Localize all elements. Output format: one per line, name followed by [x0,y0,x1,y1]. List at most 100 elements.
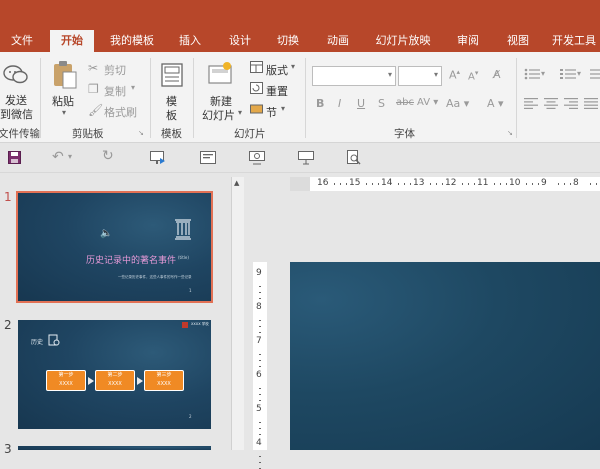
tab-transitions[interactable]: 切换 [270,30,306,52]
tab-slideshow[interactable]: 幻灯片放映 [370,30,436,52]
ruler-tick [259,298,261,299]
font-grow-button[interactable]: A▴ [449,68,460,82]
bullets-dropdown-icon[interactable]: ▾ [541,69,545,78]
align-left-icon[interactable] [524,98,538,112]
font-shrink-button[interactable]: A▾ [468,69,478,82]
wechat-icon[interactable] [3,64,29,89]
save-icon[interactable] [8,151,21,167]
undo-dropdown-icon[interactable]: ▾ [68,152,72,161]
font-name-combo[interactable]: ▾ [312,66,396,86]
tab-design[interactable]: 设计 [222,30,258,52]
undo-icon[interactable]: ↶ [52,149,64,165]
bullets-icon[interactable] [524,68,540,83]
shadow-button[interactable]: S [378,97,385,110]
align-center-icon[interactable] [544,98,558,112]
chevron-down-icon[interactable]: ▾ [434,70,438,79]
slideshow-from-start-icon[interactable] [150,151,166,168]
ruler-tick [410,183,411,185]
ruler-tick [538,183,539,185]
ribbon-tab-bar: 文件 开始 我的模板 插入 设计 切换 动画 幻灯片放映 审阅 视图 开发工具 [0,0,600,52]
vertical-ruler[interactable]: 9 8 7 6 5 4 [253,262,267,469]
tab-developer[interactable]: 开发工具 [548,30,600,52]
scissors-icon[interactable]: ✂ [88,61,98,75]
text-box-icon[interactable] [200,151,216,167]
format-painter-icon[interactable]: 🖌 [88,103,103,117]
ribbon-divider [40,58,41,138]
tab-insert[interactable]: 插入 [172,30,208,52]
thumbnail-scrollbar[interactable]: ▲ [231,177,244,450]
bold-button[interactable]: B [316,97,324,110]
ruler-tick-label: 11 [477,178,489,188]
template-button-2[interactable]: 板 [166,107,177,123]
redo-icon[interactable]: ↻ [102,148,114,164]
slide-2-page-number: 2 [189,414,192,419]
slide-1-title: 历史记录中的著名事件 [86,256,177,266]
paste-button[interactable]: 粘贴 [52,93,74,109]
ruler-tick [506,183,507,185]
font-color-button[interactable]: A ▾ [487,97,504,110]
tab-review[interactable]: 审阅 [450,30,486,52]
present-online-icon[interactable] [249,151,265,168]
ruler-tick [436,183,437,185]
section-icon[interactable] [250,103,263,118]
new-slide-icon[interactable] [206,60,234,89]
indent-icon[interactable] [586,68,600,83]
group-label-font: 字体 [394,128,415,140]
ruler-tick-label: 9 [541,178,547,188]
template-icon[interactable] [161,63,183,90]
section-dropdown-icon[interactable]: ▾ [281,104,285,113]
justify-icon[interactable] [584,98,598,112]
ruler-tick-label: 8 [256,302,262,312]
ribbon-divider [516,58,517,138]
paste-dropdown-icon[interactable]: ▾ [62,108,66,117]
section-button[interactable]: 节 [266,104,277,120]
cut-button[interactable]: 剪切 [104,62,126,78]
copy-button[interactable]: 复制 [104,83,126,99]
slide-thumbnail-2[interactable]: 历史 XXXX 学校 第一步 XXXX 第二步 XXXX 第三步 XXXX 2 [18,320,211,429]
new-slide-dropdown-icon[interactable]: ▾ [238,108,242,117]
copy-dropdown-icon[interactable]: ▾ [131,83,135,92]
ruler-tick [474,183,475,185]
reset-button[interactable]: 重置 [266,83,288,99]
font-size-combo[interactable]: ▾ [398,66,442,86]
slide-canvas[interactable] [290,262,600,450]
chevron-down-icon[interactable]: ▾ [388,70,392,79]
numbering-dropdown-icon[interactable]: ▾ [577,69,581,78]
clear-format-icon[interactable]: A̸ [493,68,501,81]
ruler-tick [334,183,335,185]
dialog-launcher-icon[interactable]: ↘ [507,129,513,137]
slide-thumbnail-1[interactable]: 🔈 历史记录中的著名事件 (title) 一些记录历史事件，这些人事件的写作一些… [16,191,213,303]
new-slide-button-2[interactable]: 幻灯片 [202,107,235,123]
layout-dropdown-icon[interactable]: ▾ [291,62,295,71]
format-painter-button[interactable]: 格式刷 [104,104,137,120]
ruler-tick [494,183,495,185]
slide-thumbnail-3[interactable] [18,446,211,450]
group-label-template: 模板 [161,128,182,140]
ruler-tick-label: 13 [413,178,425,188]
scroll-up-icon[interactable]: ▲ [234,179,239,187]
numbering-icon[interactable] [560,68,576,83]
layout-button[interactable]: 版式 [266,62,288,78]
presenter-view-icon[interactable] [298,151,314,168]
reset-icon[interactable] [250,82,263,97]
dialog-launcher-icon[interactable]: ↘ [138,129,144,137]
tab-file[interactable]: 文件 [2,30,42,52]
tab-view[interactable]: 视图 [500,30,536,52]
paste-icon[interactable] [52,60,78,93]
layout-icon[interactable] [250,61,263,76]
italic-button[interactable]: I [338,97,341,110]
print-preview-icon[interactable] [347,150,361,168]
change-case-button[interactable]: Aa ▾ [446,97,469,110]
tab-home[interactable]: 开始 [50,30,94,52]
send-wechat-label-2[interactable]: 到微信 [0,106,33,122]
tab-my-templates[interactable]: 我的模板 [104,30,160,52]
horizontal-ruler[interactable]: 16 15 14 13 12 11 10 9 8 [290,177,600,191]
tab-animations[interactable]: 动画 [320,30,356,52]
slide-number: 1 [4,190,12,204]
slide-number: 3 [4,442,12,456]
copy-icon[interactable]: ❐ [88,82,99,96]
strikethrough-button[interactable]: abc [396,97,414,108]
char-spacing-button[interactable]: AV ▾ [417,97,438,108]
underline-button[interactable]: U [357,97,365,110]
align-right-icon[interactable] [564,98,578,112]
